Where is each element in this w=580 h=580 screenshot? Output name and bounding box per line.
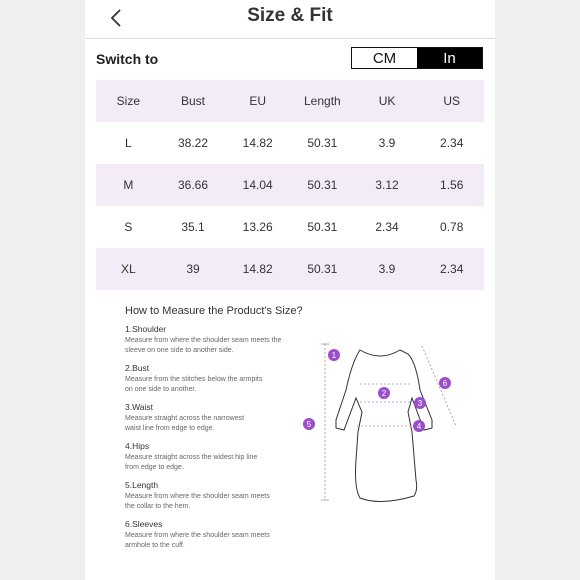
measure-step: 5.Length Measure from where the shoulder… (125, 480, 310, 519)
table-row: XL 39 14.82 50.31 3.9 2.34 (96, 248, 484, 290)
measure-guide: How to Measure the Product's Size? 1.Sho… (85, 292, 495, 580)
measure-step: 2.Bust Measure from the stitches below t… (125, 363, 310, 402)
step-desc: armhole to the cuff. (125, 542, 185, 549)
dress-diagram: 1 2 3 4 5 6 (303, 343, 457, 502)
header-cell: EU (249, 94, 267, 108)
table-cell: 14.82 (242, 136, 273, 150)
marker-4: 4 (413, 420, 425, 432)
header-cell: Length (304, 94, 341, 108)
measure-step: 4.Hips Measure straight across the wides… (125, 441, 310, 480)
svg-text:6: 6 (443, 379, 448, 388)
table-cell: 0.78 (440, 220, 464, 234)
table-cell: 50.31 (307, 262, 338, 276)
measure-step: 3.Waist Measure straight across the narr… (125, 402, 310, 441)
step-title: 6.Sleeves (125, 519, 163, 529)
marker-3: 3 (414, 397, 426, 409)
step-desc: Measure from where the shoulder seam mee… (125, 337, 282, 344)
header-cell: Size (116, 94, 140, 108)
step-desc: Measure straight across the widest hip l… (125, 454, 258, 461)
step-title: 1.Shoulder (125, 324, 167, 334)
step-desc: Measure from where the shoulder seam mee… (125, 532, 270, 539)
svg-text:4: 4 (417, 422, 422, 431)
step-title: 3.Waist (125, 402, 154, 412)
page-title: Size & Fit (247, 5, 333, 26)
table-cell: 14.04 (242, 178, 273, 192)
step-title: 2.Bust (125, 363, 150, 373)
table-cell: 1.56 (440, 178, 464, 192)
step-desc: the collar to the hem. (125, 503, 191, 510)
table-cell: 38.22 (177, 136, 209, 150)
table-cell: 50.31 (307, 178, 338, 192)
size-table: Size Bust EU Length UK US L 38.22 14.82 … (96, 80, 484, 290)
marker-2: 2 (378, 387, 390, 399)
guide-title: How to Measure the Product's Size? (125, 305, 303, 317)
header-cell: Bust (181, 94, 206, 108)
header: Size & Fit (85, 0, 495, 39)
marker-6: 6 (439, 377, 451, 389)
switch-label: Switch to (96, 51, 159, 67)
svg-text:1: 1 (332, 351, 337, 360)
svg-text:2: 2 (382, 389, 387, 398)
step-desc: Measure from the stitches below the armp… (125, 376, 263, 383)
step-title: 4.Hips (125, 441, 150, 451)
table-cell: L (124, 136, 132, 150)
header-cell: US (443, 94, 461, 108)
step-desc: sleeve on one side to another side. (125, 347, 234, 354)
step-desc: Measure straight across the narrowest (125, 415, 245, 422)
table-cell: M (123, 178, 134, 192)
table-cell: 50.31 (307, 220, 338, 234)
table-cell: 39 (186, 262, 200, 276)
table-cell: 13.26 (242, 220, 273, 234)
table-header-row: Size Bust EU Length UK US (96, 80, 484, 122)
step-desc: from edge to edge. (125, 464, 184, 471)
marker-1: 1 (328, 349, 340, 361)
measure-step: 6.Sleeves Measure from where the shoulde… (125, 519, 310, 558)
table-cell: 36.66 (177, 178, 209, 192)
marker-5: 5 (303, 418, 315, 430)
table-row: M 36.66 14.04 50.31 3.12 1.56 (96, 164, 484, 206)
svg-text:5: 5 (307, 420, 312, 429)
table-row: L 38.22 14.82 50.31 3.9 2.34 (96, 122, 484, 164)
unit-cm-button[interactable]: CM (352, 48, 417, 68)
table-cell: S (124, 220, 133, 234)
table-cell: 2.34 (440, 136, 464, 150)
measure-step: 1.Shoulder Measure from where the should… (125, 324, 310, 363)
step-title: 5.Length (125, 480, 159, 490)
table-cell: 3.12 (375, 178, 399, 192)
table-cell: 14.82 (242, 262, 273, 276)
step-desc: on one side to another. (125, 386, 197, 393)
table-row: S 35.1 13.26 50.31 2.34 0.78 (96, 206, 484, 248)
unit-toggle: CM In (351, 47, 483, 69)
unit-in-button[interactable]: In (417, 48, 482, 68)
table-cell: XL (120, 262, 136, 276)
table-cell: 35.1 (181, 220, 205, 234)
svg-text:3: 3 (418, 399, 423, 408)
step-desc: waist line from edge to edge. (125, 425, 215, 432)
table-cell: 2.34 (375, 220, 399, 234)
header-cell: UK (378, 94, 396, 108)
size-fit-panel: Size & Fit Switch to CM In Size Bust EU … (85, 0, 495, 580)
table-cell: 3.9 (378, 136, 396, 150)
table-cell: 2.34 (440, 262, 464, 276)
step-desc: Measure from where the shoulder seam mee… (125, 493, 270, 500)
table-cell: 50.31 (307, 136, 338, 150)
table-cell: 3.9 (378, 262, 396, 276)
measure-steps: 1.Shoulder Measure from where the should… (125, 324, 310, 558)
